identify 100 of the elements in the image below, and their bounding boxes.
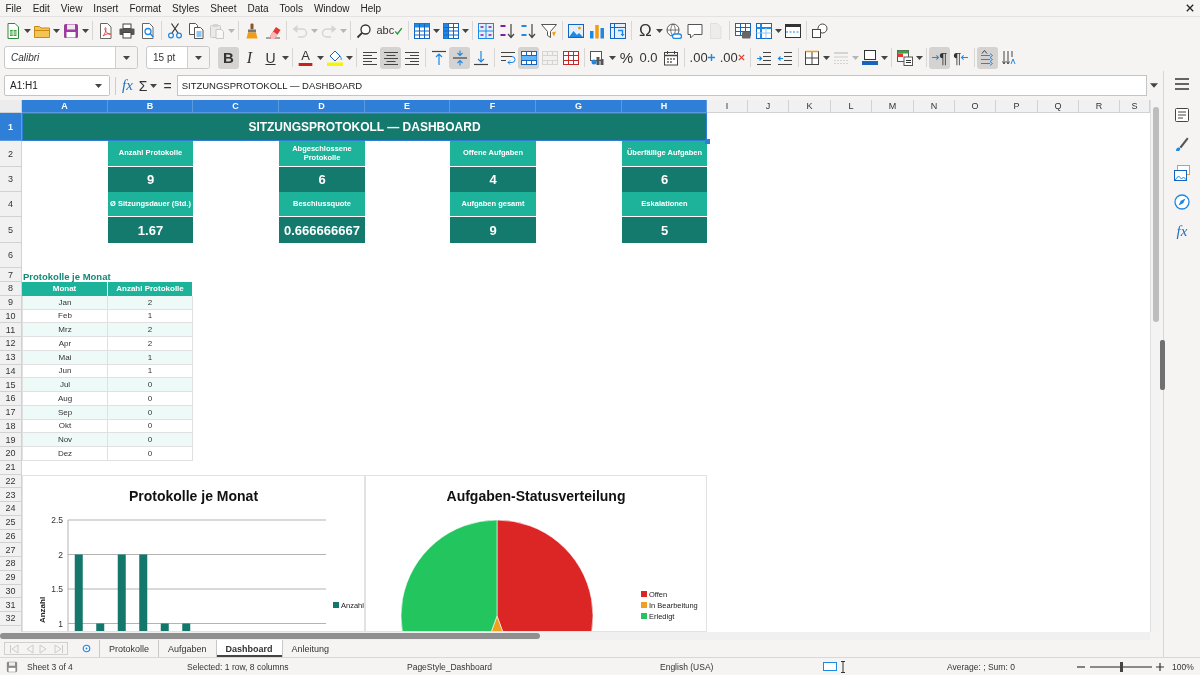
language-indicator[interactable]: English (USA) [660, 661, 714, 672]
caret-icon[interactable] [608, 55, 616, 60]
column-header[interactable]: F [450, 100, 536, 113]
dropdown-button[interactable] [115, 47, 137, 68]
row-header[interactable]: 16 [0, 392, 22, 406]
menu-item[interactable]: Edit [27, 2, 56, 14]
sheet-tab[interactable]: Dashboard [215, 640, 282, 657]
caret-icon[interactable] [150, 83, 158, 88]
font-name-field[interactable]: Calibri [4, 46, 138, 69]
caret-icon[interactable] [281, 55, 289, 60]
column-header[interactable]: R [1079, 100, 1120, 113]
menu-item[interactable]: Format [123, 2, 167, 14]
column-header[interactable]: J [748, 100, 789, 113]
dropdown-button[interactable] [187, 47, 209, 68]
italic-button[interactable]: I [239, 46, 260, 69]
caret-icon[interactable] [915, 55, 923, 60]
caret-icon[interactable] [656, 28, 664, 33]
sidebar-handle[interactable] [1160, 340, 1165, 390]
caret-icon[interactable] [880, 55, 888, 60]
menu-item[interactable]: Insert [87, 2, 124, 14]
column-header[interactable]: I [707, 100, 748, 113]
column-header[interactable]: H [622, 100, 707, 113]
text-cursor-icon[interactable] [840, 660, 846, 673]
row-header[interactable]: 12 [0, 337, 22, 351]
bold-button[interactable]: B [218, 46, 239, 69]
row-header[interactable]: 4 [0, 192, 22, 217]
align-middle-button[interactable] [449, 46, 470, 69]
row-header[interactable]: 27 [0, 543, 22, 557]
zoom-percentage[interactable]: 100% [1172, 661, 1194, 672]
column-header[interactable]: D [279, 100, 365, 113]
page-style[interactable]: PageStyle_Dashboard [407, 661, 493, 672]
row-header[interactable]: 15 [0, 378, 22, 392]
row-header[interactable]: 6 [0, 243, 22, 268]
column-header[interactable]: G [536, 100, 622, 113]
caret-icon[interactable] [81, 28, 89, 33]
merge-center-button[interactable] [518, 46, 539, 69]
column-header[interactable]: C [193, 100, 279, 113]
caret-icon[interactable] [23, 28, 31, 33]
column-header[interactable]: L [831, 100, 872, 113]
add-decimal-button[interactable]: .00 [687, 46, 718, 69]
row-header[interactable]: 5 [0, 217, 22, 243]
spelling-button[interactable]: abc [374, 19, 406, 42]
caret-icon[interactable] [433, 28, 441, 33]
row-header[interactable]: 2 [0, 141, 22, 167]
formula-input[interactable]: SITZUNGSPROTOKOLL — DASHBOARD [176, 75, 1147, 96]
menu-item[interactable]: View [55, 2, 88, 14]
row-header[interactable]: 20 [0, 447, 22, 461]
menu-item[interactable]: Help [355, 2, 387, 14]
name-box[interactable]: A1:H1 [4, 75, 110, 96]
row-header[interactable]: 31 [0, 598, 22, 612]
caret-icon[interactable] [316, 55, 324, 60]
text-left-to-right-button[interactable] [977, 46, 999, 69]
row-header[interactable]: 28 [0, 557, 22, 571]
menu-item[interactable]: Sheet [204, 2, 242, 14]
column-header[interactable]: P [996, 100, 1038, 113]
selection-mode-icon[interactable] [823, 662, 837, 671]
column-header[interactable]: M [872, 100, 914, 113]
close-icon[interactable] [1186, 4, 1194, 12]
left-to-right-button[interactable]: ¶ [929, 46, 951, 69]
scrollbar-thumb[interactable] [1152, 107, 1159, 322]
number-format-button[interactable]: 0.0 [637, 46, 661, 69]
percent-format-button[interactable]: % [616, 46, 637, 69]
row-header[interactable]: 11 [0, 323, 22, 337]
column-header[interactable]: K [789, 100, 831, 113]
font-color-button[interactable]: A [295, 46, 316, 69]
column-header[interactable]: O [955, 100, 996, 113]
menu-item[interactable]: Window [308, 2, 355, 14]
sum-button[interactable]: Σ [136, 74, 150, 97]
row-header[interactable]: 3 [0, 167, 22, 192]
font-size-field[interactable]: 15 pt [146, 46, 210, 69]
function-wizard-button[interactable]: fx [120, 74, 135, 97]
functions-button[interactable]: fx [1169, 220, 1195, 242]
right-to-left-button[interactable]: ¶ [950, 46, 972, 69]
column-header[interactable]: E [365, 100, 450, 113]
column-header[interactable]: A [22, 100, 108, 113]
special-character-button[interactable]: Ω [634, 19, 656, 42]
caret-icon[interactable] [822, 55, 830, 60]
caret-icon[interactable] [52, 28, 60, 33]
row-header[interactable]: 7 [0, 268, 22, 282]
caret-icon[interactable] [775, 28, 783, 33]
row-header[interactable]: 1 [0, 113, 22, 141]
delete-decimal-button[interactable]: .00 [717, 46, 748, 69]
menu-item[interactable]: Tools [274, 2, 309, 14]
horizontal-scrollbar[interactable] [0, 632, 1150, 640]
column-header[interactable]: B [108, 100, 193, 113]
row-header[interactable]: 32 [0, 612, 22, 626]
align-center-button[interactable] [380, 46, 401, 69]
zoom-in-button[interactable] [1155, 661, 1165, 672]
menu-item[interactable]: File [0, 2, 28, 14]
formula-button[interactable]: = [161, 74, 174, 97]
column-header[interactable]: N [914, 100, 955, 113]
menu-item[interactable]: Styles [166, 2, 205, 14]
slider-thumb[interactable] [1119, 661, 1123, 672]
menu-item[interactable]: Data [241, 2, 275, 14]
underline-button[interactable]: U [260, 46, 281, 69]
column-header[interactable]: Q [1038, 100, 1079, 113]
caret-icon[interactable] [345, 55, 353, 60]
row-header[interactable]: 24 [0, 502, 22, 516]
row-header[interactable]: 19 [0, 433, 22, 447]
row-header[interactable]: 23 [0, 488, 22, 502]
